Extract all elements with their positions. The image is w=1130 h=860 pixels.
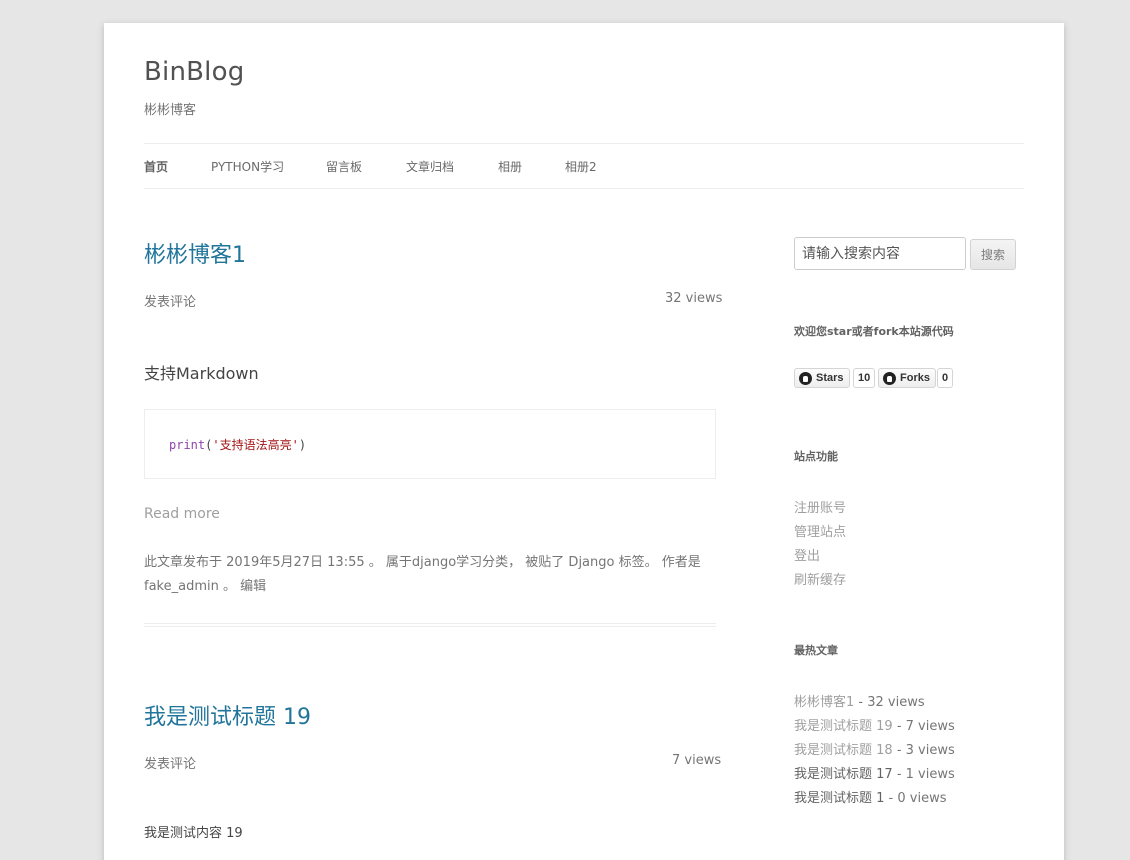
- entry-meta-line2: fake_admin 。 编辑: [144, 579, 267, 594]
- github-forks-button[interactable]: Forks: [878, 368, 936, 388]
- hot-post-link[interactable]: 我是测试标题 17: [794, 767, 893, 782]
- github-stars-button[interactable]: Stars: [794, 368, 850, 388]
- comment-link[interactable]: 发表评论: [144, 291, 196, 310]
- hot-post-link[interactable]: 我是测试标题 18: [794, 743, 893, 758]
- register-link[interactable]: 注册账号: [794, 497, 846, 516]
- entry-meta: 此文章发布于 2019年5月27日 13:55 。 属于django学习分类， …: [144, 551, 704, 599]
- post-title[interactable]: 我是测试标题 19: [144, 699, 311, 731]
- post-views: 7 views: [672, 753, 722, 768]
- code-string: '支持语法高亮': [212, 438, 299, 452]
- github-stars-label: Stars: [816, 372, 844, 384]
- hot-post-link[interactable]: 彬彬博客1: [794, 695, 854, 710]
- read-more-link[interactable]: Read more: [144, 506, 220, 522]
- hot-posts-title: 最热文章: [794, 644, 838, 657]
- nav-item-guestbook[interactable]: 留言板: [326, 158, 362, 175]
- github-icon: [799, 371, 812, 385]
- github-icon: [883, 371, 896, 385]
- code-line: print('支持语法高亮'): [169, 436, 306, 453]
- main-nav: 首页 PYTHON学习 留言板 文章归档 相册 相册2: [144, 143, 1024, 189]
- code-function: print: [169, 438, 206, 452]
- hot-post-views: - 32 views: [854, 695, 925, 710]
- admin-link[interactable]: 管理站点: [794, 521, 846, 540]
- hot-post-item: 彬彬博客1 - 32 views: [794, 691, 925, 710]
- github-widget-title: 欢迎您star或者fork本站源代码: [794, 325, 954, 338]
- hot-post-views: - 0 views: [884, 791, 947, 806]
- nav-item-album2[interactable]: 相册2: [565, 158, 597, 175]
- page-container: BinBlog 彬彬博客 首页 PYTHON学习 留言板 文章归档 相册 相册2…: [104, 23, 1064, 860]
- hot-post-item: 我是测试标题 1 - 0 views: [794, 787, 946, 806]
- nav-item-album[interactable]: 相册: [498, 158, 522, 175]
- github-forks-count[interactable]: 0: [937, 368, 954, 388]
- hot-post-item: 我是测试标题 18 - 3 views: [794, 739, 955, 758]
- nav-item-archive[interactable]: 文章归档: [406, 158, 454, 175]
- comment-link[interactable]: 发表评论: [144, 753, 196, 772]
- site-functions-title: 站点功能: [794, 450, 838, 463]
- hot-post-link[interactable]: 我是测试标题 1: [794, 791, 884, 806]
- search-button[interactable]: 搜索: [970, 239, 1016, 270]
- code-block: print('支持语法高亮'): [144, 409, 716, 479]
- post-content-heading: 支持Markdown: [144, 364, 259, 383]
- hot-post-item: 我是测试标题 19 - 7 views: [794, 715, 955, 734]
- post-views: 32 views: [665, 291, 723, 306]
- post-title[interactable]: 彬彬博客1: [144, 237, 246, 269]
- site-title[interactable]: BinBlog: [144, 57, 244, 87]
- hot-post-views: - 7 views: [892, 719, 955, 734]
- logout-link[interactable]: 登出: [794, 545, 820, 564]
- post-content: 我是测试内容 19: [144, 826, 243, 841]
- hot-post-item: 我是测试标题 17 - 1 views: [794, 763, 955, 782]
- nav-item-python[interactable]: PYTHON学习: [211, 158, 284, 175]
- github-forks-label: Forks: [900, 372, 930, 384]
- hot-post-views: - 3 views: [892, 743, 955, 758]
- nav-item-home[interactable]: 首页: [144, 158, 168, 175]
- refresh-cache-link[interactable]: 刷新缓存: [794, 569, 846, 588]
- github-stars-count[interactable]: 10: [853, 368, 876, 388]
- hot-post-views: - 1 views: [892, 767, 955, 782]
- entry-meta-line1: 此文章发布于 2019年5月27日 13:55 。 属于django学习分类， …: [144, 555, 701, 570]
- hot-post-link[interactable]: 我是测试标题 19: [794, 719, 893, 734]
- search-input[interactable]: [794, 237, 966, 270]
- code-paren-close: ): [298, 438, 307, 452]
- post-divider: [144, 623, 716, 627]
- site-description: 彬彬博客: [144, 103, 197, 118]
